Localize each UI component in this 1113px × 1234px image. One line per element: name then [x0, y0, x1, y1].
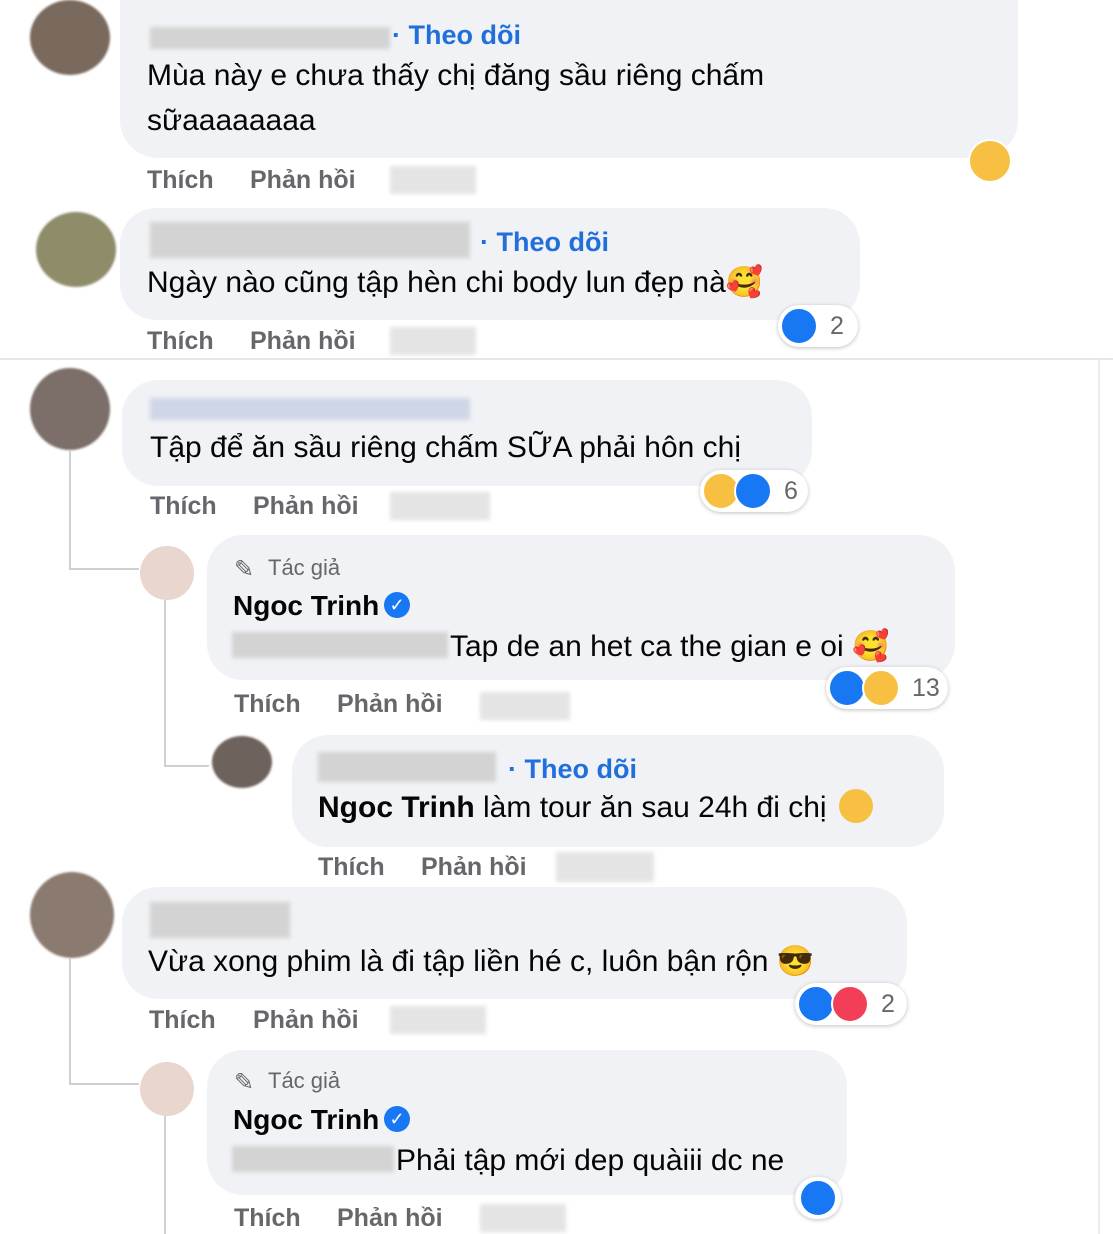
- thread-line: [164, 765, 209, 767]
- comment-body: làm tour ăn sau 24h đi chị: [483, 791, 827, 824]
- timestamp[interactable]: [556, 852, 654, 882]
- reaction-count: 2: [881, 990, 895, 1018]
- commenter-name[interactable]: [318, 752, 496, 782]
- heart-reaction-icon: [831, 985, 869, 1023]
- thread-line: [164, 1116, 166, 1234]
- like-link[interactable]: Thích: [150, 492, 217, 521]
- like-link[interactable]: Thích: [149, 1006, 216, 1035]
- haha-reaction-icon: [862, 669, 900, 707]
- like-reaction-icon: [799, 1179, 837, 1217]
- author-avatar[interactable]: [140, 546, 194, 600]
- reply-link[interactable]: Phản hồi: [421, 853, 527, 882]
- reply-link[interactable]: Phản hồi: [253, 492, 359, 521]
- reply-link[interactable]: Phản hồi: [250, 327, 356, 356]
- reaction-summary[interactable]: 13: [826, 667, 948, 709]
- author-name[interactable]: Ngoc Trinh: [233, 1104, 379, 1136]
- author-tag: Tác giả: [268, 555, 341, 580]
- reaction-summary[interactable]: 6: [700, 470, 808, 512]
- mentioned-name[interactable]: [232, 1146, 394, 1172]
- comment-text: Tap de an het ca the gian e oi 🥰: [450, 630, 890, 663]
- mentioned-name[interactable]: Ngoc Trinh: [318, 791, 475, 824]
- timestamp[interactable]: [480, 1204, 566, 1232]
- like-reaction-icon: [828, 669, 866, 707]
- divider: [0, 358, 1113, 360]
- author-tag: Tác giả: [268, 1068, 341, 1093]
- avatar[interactable]: [212, 736, 272, 788]
- verified-badge-icon: ✓: [384, 592, 410, 618]
- author-avatar[interactable]: [140, 1062, 194, 1116]
- pencil-icon: ✎: [234, 556, 255, 583]
- comment-text: Tập để ăn sầu riêng chấm SỮA phải hôn ch…: [150, 431, 741, 464]
- reply-link[interactable]: Phản hồi: [337, 1204, 443, 1233]
- timestamp[interactable]: [390, 492, 490, 520]
- divider: [1098, 358, 1100, 1234]
- avatar[interactable]: [30, 368, 110, 450]
- reaction-count: 6: [784, 477, 798, 505]
- like-link[interactable]: Thích: [147, 166, 214, 195]
- like-reaction-icon: [797, 985, 835, 1023]
- comment-text: sữaaaaaaaa: [147, 104, 316, 137]
- like-link[interactable]: Thích: [234, 690, 301, 719]
- like-link[interactable]: Thích: [234, 1204, 301, 1233]
- thread-line: [69, 568, 139, 570]
- haha-reaction-icon[interactable]: [968, 139, 1012, 183]
- avatar[interactable]: [36, 212, 116, 287]
- reaction-count: 13: [912, 674, 940, 702]
- timestamp[interactable]: [480, 692, 570, 720]
- reply-link[interactable]: Phản hồi: [337, 690, 443, 719]
- follow-link[interactable]: · Theo dõi: [508, 754, 637, 785]
- grin-emoji-icon: [838, 789, 873, 823]
- reaction-summary[interactable]: [795, 1177, 841, 1219]
- avatar[interactable]: [30, 0, 110, 75]
- comment-text: Phải tập mới dep quàiii dc ne: [396, 1144, 785, 1177]
- like-link[interactable]: Thích: [147, 327, 214, 356]
- thread-line: [69, 1083, 139, 1085]
- like-reaction-icon: [734, 472, 772, 510]
- verified-badge-icon: ✓: [384, 1106, 410, 1132]
- comment-text: Mùa này e chưa thấy chị đăng sầu riêng c…: [147, 59, 765, 92]
- thread-line: [69, 958, 71, 1083]
- comment-text: Ngoc Trinh làm tour ăn sau 24h đi chị: [318, 786, 873, 830]
- mentioned-name[interactable]: [232, 632, 448, 658]
- reaction-summary[interactable]: 2: [795, 983, 907, 1025]
- commenter-name[interactable]: [150, 222, 470, 258]
- like-reaction-icon: [780, 307, 818, 345]
- commenter-name[interactable]: [150, 27, 390, 49]
- reaction-summary[interactable]: 2: [778, 305, 858, 347]
- follow-link[interactable]: · Theo dõi: [480, 227, 609, 258]
- avatar[interactable]: [30, 872, 114, 958]
- pencil-icon: ✎: [234, 1069, 255, 1096]
- follow-link[interactable]: · Theo dõi: [392, 20, 521, 51]
- comment-text: Vừa xong phim là đi tập liền hé c, luôn …: [148, 945, 815, 978]
- timestamp[interactable]: [390, 1006, 486, 1034]
- reaction-count: 2: [830, 312, 844, 340]
- reply-link[interactable]: Phản hồi: [250, 166, 356, 195]
- timestamp[interactable]: [390, 327, 476, 355]
- author-name[interactable]: Ngoc Trinh: [233, 590, 379, 622]
- commenter-name[interactable]: [150, 398, 470, 420]
- comment-text: Ngày nào cũng tập hèn chi body lun đẹp n…: [147, 266, 764, 299]
- timestamp[interactable]: [390, 166, 476, 194]
- thread-line: [164, 600, 166, 765]
- like-link[interactable]: Thích: [318, 853, 385, 882]
- reply-link[interactable]: Phản hồi: [253, 1006, 359, 1035]
- commenter-name[interactable]: [150, 902, 290, 938]
- thread-line: [69, 450, 71, 568]
